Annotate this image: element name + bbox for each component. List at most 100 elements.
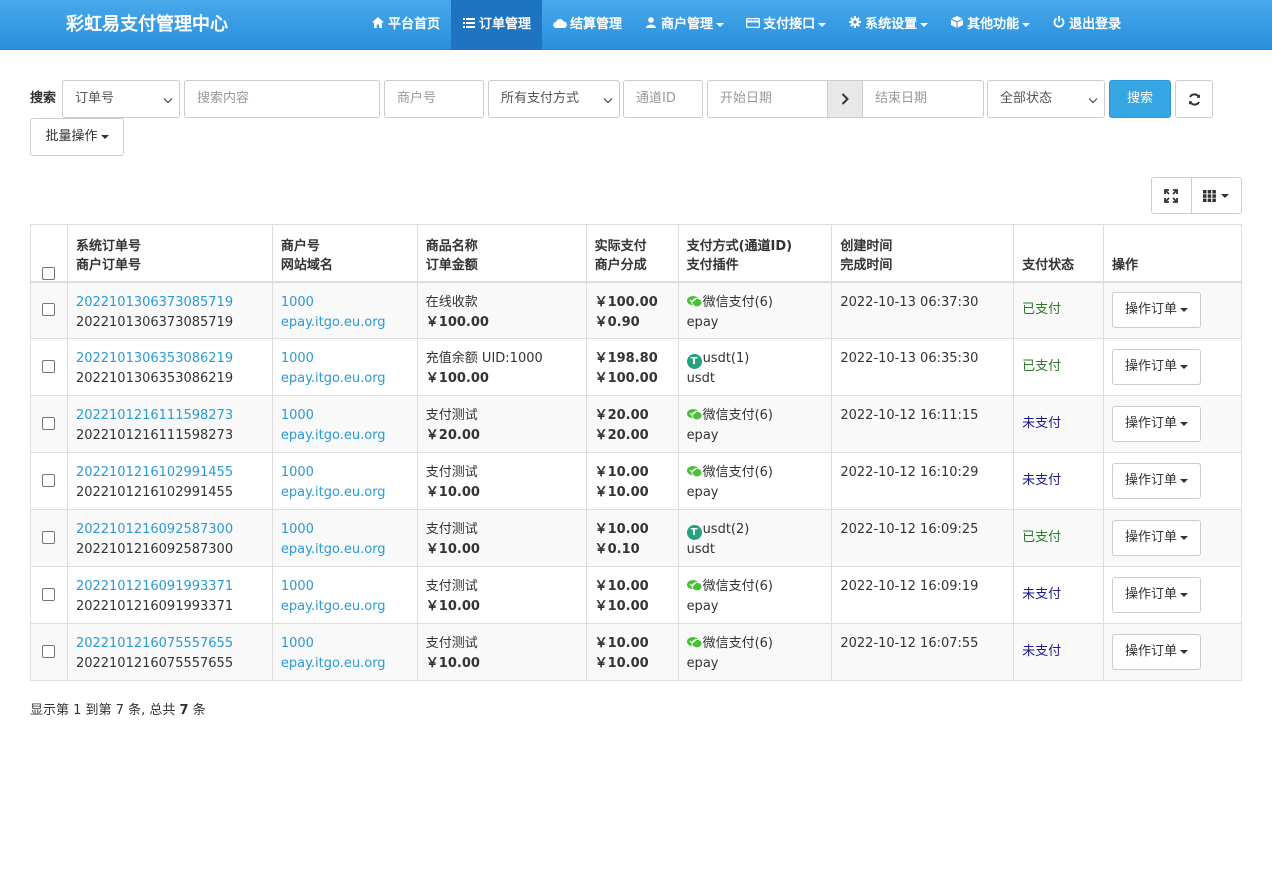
merchant-id-link[interactable]: 1000 bbox=[281, 577, 409, 597]
out-trade-no: 2022101216092587300 bbox=[75, 542, 234, 557]
order-action-label: 操作订单 bbox=[1124, 359, 1177, 374]
trade-no-link[interactable]: 2022101306353086219 bbox=[76, 349, 264, 369]
status-badge[interactable]: 未支付 bbox=[1022, 473, 1061, 488]
merchant-id-link[interactable]: 1000 bbox=[281, 634, 409, 654]
order-amount: ￥100.00 bbox=[425, 314, 489, 330]
order-action-button[interactable]: 操作订单 bbox=[1111, 406, 1201, 442]
header-merchant[interactable]: 商户号 网站域名 bbox=[271, 224, 418, 283]
nav-item-logout[interactable]: 退出登录 bbox=[1041, 0, 1132, 50]
status-badge[interactable]: 已支付 bbox=[1022, 302, 1061, 317]
pay-plugin: epay bbox=[686, 656, 719, 671]
status-select[interactable]: 全部状态 bbox=[987, 80, 1105, 118]
list-icon bbox=[462, 0, 476, 50]
real-amount: ￥20.00 bbox=[594, 408, 649, 423]
start-date-input[interactable]: 开始日期 bbox=[707, 80, 828, 118]
trade-no-link[interactable]: 2022101216091993371 bbox=[76, 577, 264, 597]
header-time[interactable]: 创建时间 完成时间 bbox=[831, 224, 1015, 283]
row-checkbox[interactable] bbox=[42, 303, 56, 317]
real-amount: ￥10.00 bbox=[594, 579, 649, 594]
paytype-label: usdt(2) bbox=[702, 522, 750, 537]
merchant-id-link[interactable]: 1000 bbox=[281, 349, 409, 369]
out-trade-no: 2022101216102991455 bbox=[75, 485, 234, 500]
order-action-button[interactable]: 操作订单 bbox=[1111, 577, 1201, 613]
trade-no-link[interactable]: 2022101216111598273 bbox=[76, 406, 264, 426]
nav-item-orders[interactable]: 订单管理 bbox=[451, 0, 543, 50]
row-checkbox[interactable] bbox=[42, 360, 56, 373]
merchant-id-link[interactable]: 1000 bbox=[281, 293, 409, 313]
row-checkbox[interactable] bbox=[42, 645, 56, 658]
status-badge[interactable]: 已支付 bbox=[1022, 359, 1061, 374]
header-paytype[interactable]: 支付方式(通道ID) 支付插件 bbox=[677, 224, 833, 283]
header-status[interactable]: 支付状态 bbox=[1013, 224, 1104, 283]
domain-link[interactable]: epay.itgo.eu.org bbox=[281, 426, 409, 446]
columns-toggle-button[interactable] bbox=[1190, 178, 1241, 213]
header-label: 支付方式(通道ID) bbox=[686, 238, 793, 254]
order-amount: ￥10.00 bbox=[425, 656, 480, 671]
trade-no-link[interactable]: 2022101216092587300 bbox=[76, 520, 264, 540]
order-action-button[interactable]: 操作订单 bbox=[1111, 463, 1201, 499]
header-label: 网站域名 bbox=[280, 257, 333, 273]
trade-no-link[interactable]: 2022101306373085719 bbox=[76, 293, 264, 313]
search-toolbar: 搜索 订单号 搜索内容 商户号 所有支付方式 通道ID 开始日期 结束日期 全部… bbox=[30, 80, 1242, 118]
nav-item-settlement[interactable]: 结算管理 bbox=[542, 0, 633, 50]
paytype-select[interactable]: 所有支付方式 bbox=[488, 80, 620, 118]
domain-link[interactable]: epay.itgo.eu.org bbox=[281, 483, 409, 503]
created-time: 2022-10-12 16:07:55 bbox=[840, 636, 979, 651]
nav-item-payment-api[interactable]: 支付接口 bbox=[735, 0, 837, 50]
product-cell: 在线收款 ￥100.00 bbox=[416, 281, 587, 339]
merchant-id-input[interactable]: 商户号 bbox=[384, 80, 484, 118]
nav-item-home[interactable]: 平台首页 bbox=[360, 0, 451, 50]
row-checkbox[interactable] bbox=[42, 474, 56, 487]
merchant-id-link[interactable]: 1000 bbox=[281, 463, 409, 483]
search-content-input[interactable]: 搜索内容 bbox=[184, 80, 380, 118]
nav-item-system-settings[interactable]: 系统设置 bbox=[837, 0, 939, 50]
nav-item-merchants[interactable]: 商户管理 bbox=[633, 0, 735, 50]
status-badge[interactable]: 未支付 bbox=[1022, 416, 1061, 431]
merchant-id-link[interactable]: 1000 bbox=[281, 520, 409, 540]
domain-link[interactable]: epay.itgo.eu.org bbox=[281, 369, 409, 389]
home-icon bbox=[371, 0, 385, 50]
product-cell: 支付测试 ￥10.00 bbox=[416, 623, 587, 681]
real-amount: ￥10.00 bbox=[594, 465, 649, 480]
end-date-input[interactable]: 结束日期 bbox=[862, 80, 984, 118]
order-action-button[interactable]: 操作订单 bbox=[1111, 634, 1201, 670]
chevron-down-icon bbox=[1180, 421, 1188, 426]
domain-link[interactable]: epay.itgo.eu.org bbox=[281, 540, 409, 560]
status-badge[interactable]: 未支付 bbox=[1022, 644, 1061, 659]
paytype: 微信支付(6) bbox=[686, 577, 824, 597]
batch-operation-button[interactable]: 批量操作 bbox=[30, 118, 124, 156]
trade-no-link[interactable]: 2022101216075557655 bbox=[76, 634, 264, 654]
channel-id-input[interactable]: 通道ID bbox=[623, 80, 703, 118]
search-field-select[interactable]: 订单号 bbox=[62, 80, 180, 118]
product-name: 充值余额 UID:1000 bbox=[425, 351, 543, 366]
search-button[interactable]: 搜索 bbox=[1109, 80, 1171, 118]
status-cell: 未支付 bbox=[1013, 566, 1104, 624]
domain-link[interactable]: epay.itgo.eu.org bbox=[281, 313, 409, 333]
nav-item-other[interactable]: 其他功能 bbox=[939, 0, 1041, 50]
fullscreen-button[interactable] bbox=[1152, 178, 1191, 213]
select-all-checkbox[interactable] bbox=[42, 266, 56, 280]
status-badge[interactable]: 已支付 bbox=[1022, 530, 1061, 545]
operation-cell: 操作订单 bbox=[1102, 623, 1243, 681]
row-checkbox[interactable] bbox=[42, 531, 56, 544]
order-action-button[interactable]: 操作订单 bbox=[1111, 349, 1201, 385]
order-action-button[interactable]: 操作订单 bbox=[1111, 292, 1201, 329]
user-icon bbox=[644, 0, 658, 50]
out-trade-no: 2022101306373085719 bbox=[75, 314, 234, 330]
refresh-button[interactable] bbox=[1175, 80, 1213, 118]
order-action-button[interactable]: 操作订单 bbox=[1111, 520, 1201, 556]
domain-link[interactable]: epay.itgo.eu.org bbox=[281, 654, 409, 674]
merchant-id-link[interactable]: 1000 bbox=[281, 406, 409, 426]
row-checkbox[interactable] bbox=[42, 417, 56, 430]
domain-link[interactable]: epay.itgo.eu.org bbox=[281, 597, 409, 617]
brand-title[interactable]: 彩虹易支付管理中心 bbox=[66, 0, 228, 50]
header-product[interactable]: 商品名称 订单金额 bbox=[416, 224, 587, 283]
real-amount: ￥10.00 bbox=[594, 636, 649, 651]
row-checkbox[interactable] bbox=[42, 588, 56, 601]
trade-no-link[interactable]: 2022101216102991455 bbox=[76, 463, 264, 483]
status-badge[interactable]: 未支付 bbox=[1022, 587, 1061, 602]
nav-label-system-settings: 系统设置 bbox=[865, 17, 918, 32]
created-time: 2022-10-13 06:37:30 bbox=[840, 294, 979, 310]
header-trade-no[interactable]: 系统订单号 商户订单号 bbox=[66, 224, 273, 283]
header-amount[interactable]: 实际支付 商户分成 bbox=[585, 224, 679, 283]
